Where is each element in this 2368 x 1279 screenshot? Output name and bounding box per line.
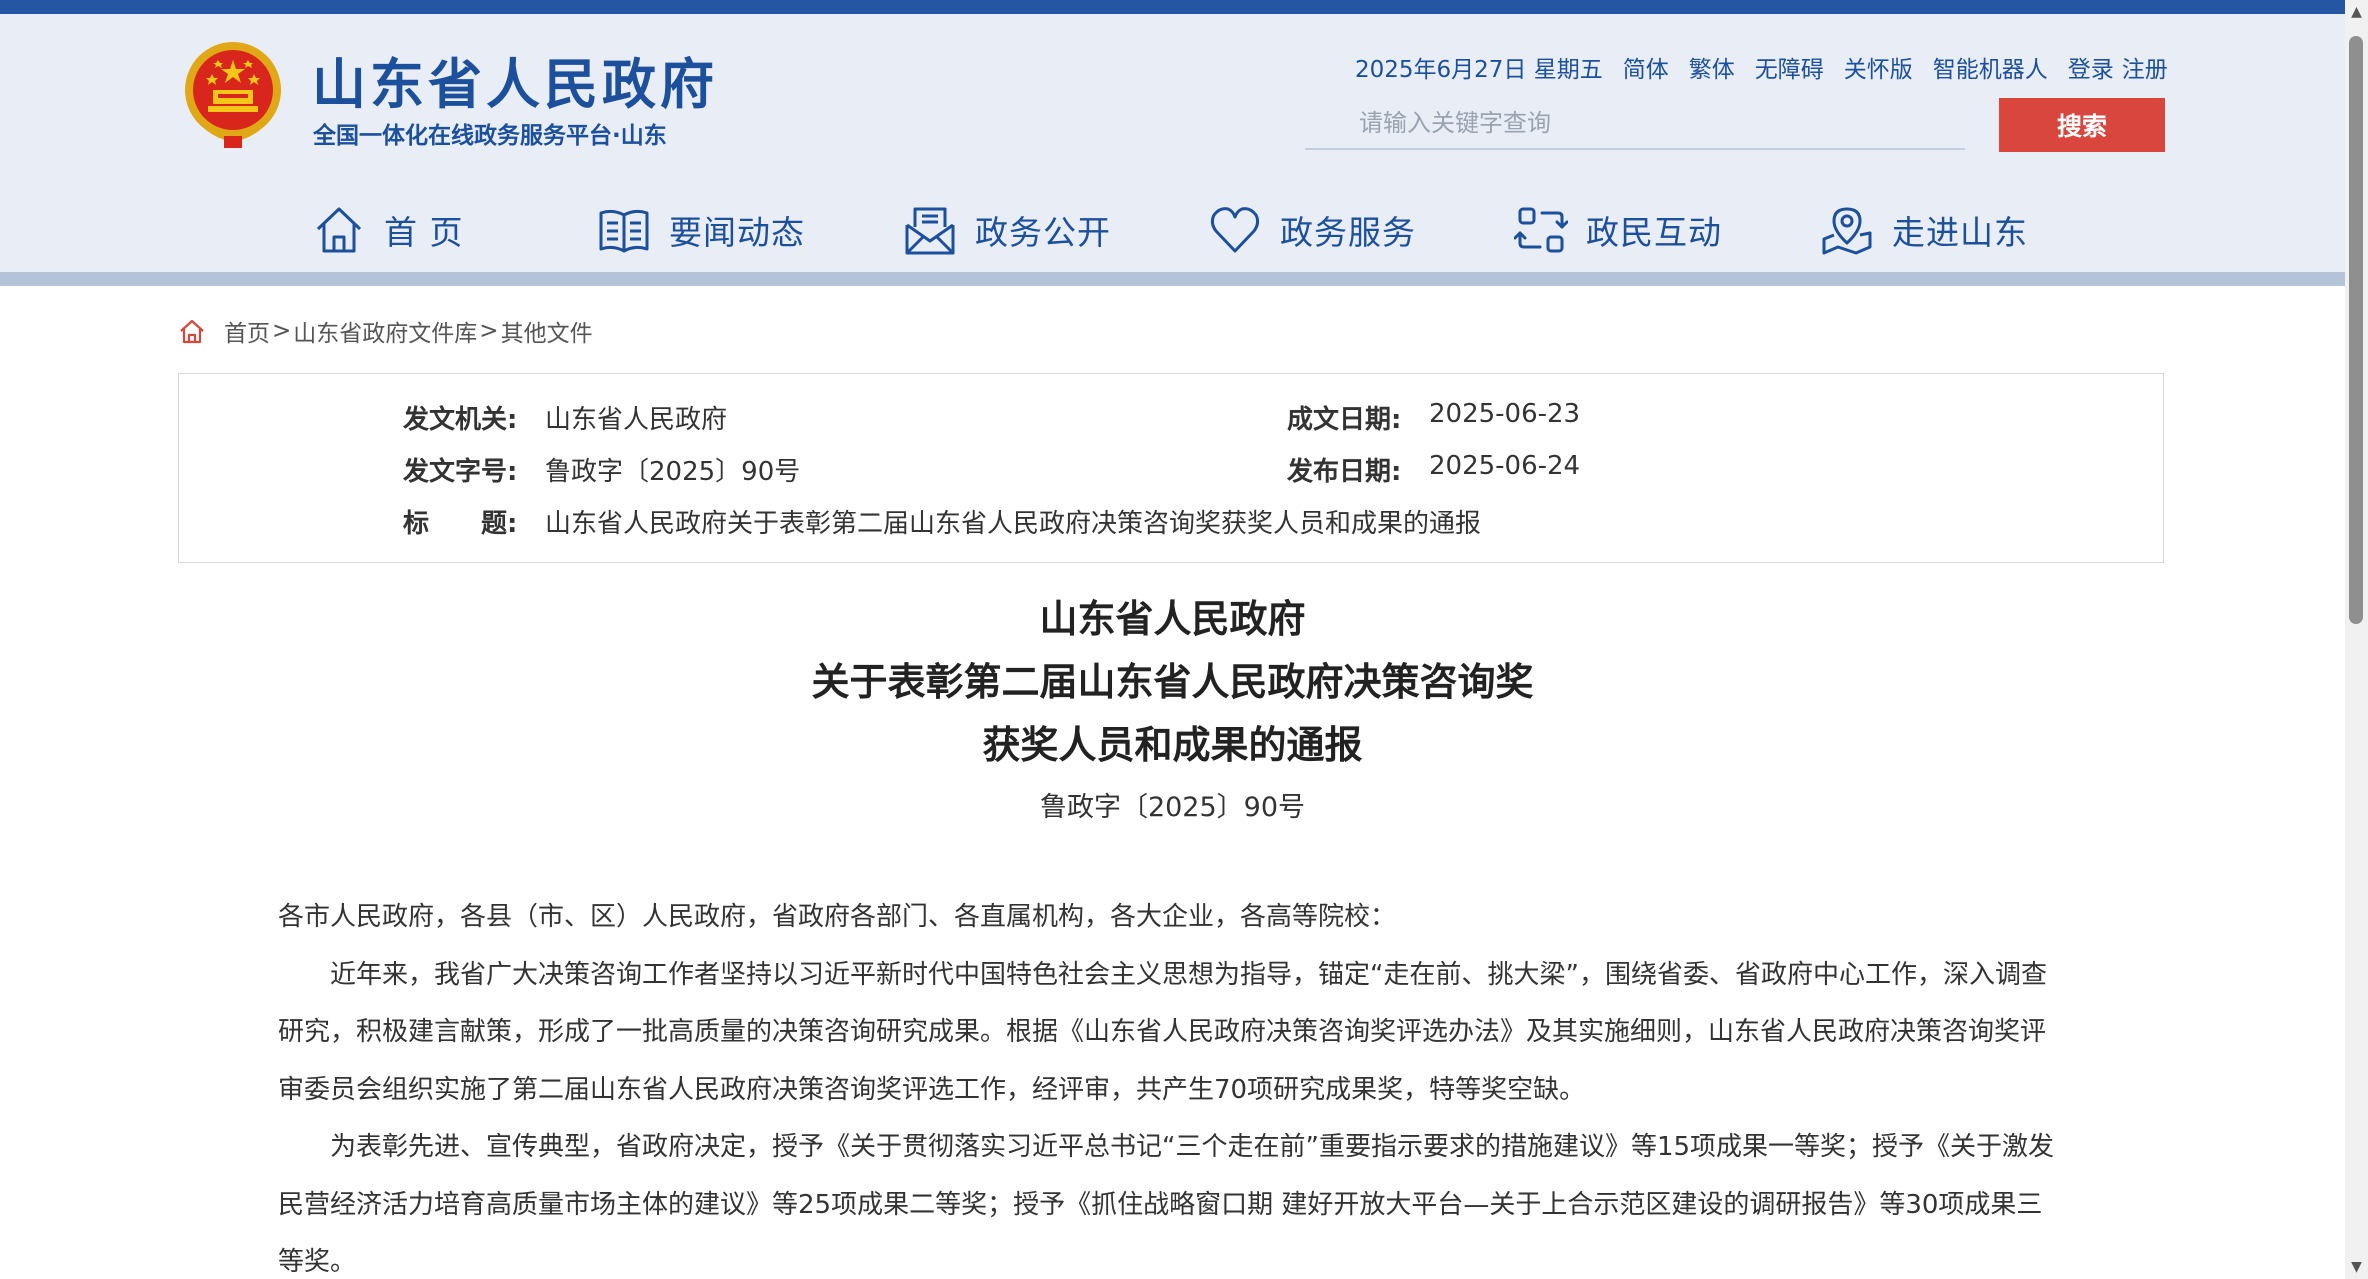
auth-links: 登录 注册 — [2068, 50, 2168, 84]
publish-date-value: 2025-06-24 — [1429, 451, 1581, 481]
interaction-arrows-icon — [1514, 207, 1568, 253]
document-info-box: 发文机关: 山东省人民政府 发文字号: 鲁政字〔2025〕90号 标 题: 山东… — [178, 373, 2164, 563]
document-title-line-2: 关于表彰第二届山东省人民政府决策咨询奖 — [811, 660, 1534, 704]
breadcrumb: 首页 > 山东省政府文件库 > 其他文件 — [178, 314, 593, 348]
nav-label-interaction: 政民互动 — [1586, 213, 1722, 252]
site-subtitle: 全国一体化在线政务服务平台·山东 — [313, 123, 667, 149]
issuer-label: 发文机关: — [403, 405, 518, 435]
breadcrumb-separator: > — [479, 318, 499, 344]
document-number: 鲁政字〔2025〕90号 — [1039, 792, 1306, 823]
nav-label-gov-services: 政务服务 — [1280, 213, 1416, 252]
link-register[interactable]: 注册 — [2122, 50, 2168, 84]
nav-item-about-shandong[interactable]: 走进山东 — [1820, 200, 2028, 260]
search-button[interactable]: 搜索 — [1999, 98, 2165, 152]
top-accent-bar — [0, 0, 2345, 14]
written-date-value: 2025-06-23 — [1429, 399, 1581, 429]
nav-item-news[interactable]: 要闻动态 — [597, 200, 805, 260]
nav-item-interaction[interactable]: 政民互动 — [1514, 200, 1722, 260]
written-date-label: 成文日期: — [1287, 405, 1402, 435]
breadcrumb-file-library[interactable]: 山东省政府文件库 — [293, 314, 477, 348]
scrollbar-thumb[interactable] — [2349, 36, 2363, 624]
scroll-down-arrow-icon[interactable]: ▼ — [2345, 1255, 2368, 1279]
main-nav: 首 页 要闻动态 政务公开 政务服务 政民互动 走进山东 — [0, 190, 2345, 270]
salutation: 各市人民政府，各县（市、区）人民政府，省政府各部门、各直属机构，各大企业，各高等… — [278, 902, 1397, 932]
heart-icon — [1210, 207, 1260, 253]
scroll-up-arrow-icon[interactable]: ▲ — [2345, 0, 2368, 24]
breadcrumb-separator: > — [272, 318, 292, 344]
map-pin-icon — [1822, 207, 1872, 255]
breadcrumb-home[interactable]: 首页 — [224, 314, 270, 348]
nav-item-public-affairs[interactable]: 政务公开 — [903, 200, 1111, 260]
publish-date-label: 发布日期: — [1287, 457, 1402, 487]
search-input[interactable] — [1305, 98, 1965, 150]
document-title-line-3: 获奖人员和成果的通报 — [982, 723, 1363, 767]
link-login[interactable]: 登录 — [2068, 50, 2114, 84]
breadcrumb-other-files[interactable]: 其他文件 — [501, 314, 593, 348]
document-body: 各市人民政府，各县（市、区）人民政府，省政府各部门、各直属机构，各大企业，各高等… — [278, 889, 2068, 1279]
link-smart-robot[interactable]: 智能机器人 — [1933, 50, 2048, 84]
envelope-document-icon — [905, 207, 955, 255]
doc-number-label: 发文字号: — [403, 457, 518, 487]
page: 山东省人民政府 全国一体化在线政务服务平台·山东 2025年6月27日 星期五 … — [0, 0, 2345, 1279]
book-icon — [599, 209, 649, 253]
title-value: 山东省人民政府关于表彰第二届山东省人民政府决策咨询奖获奖人员和成果的通报 — [545, 509, 1482, 539]
link-care-mode[interactable]: 关怀版 — [1844, 50, 1913, 84]
header-divider — [0, 272, 2345, 286]
link-traditional[interactable]: 繁体 — [1689, 50, 1735, 84]
doc-number-value: 鲁政字〔2025〕90号 — [545, 457, 801, 487]
home-icon — [316, 207, 362, 253]
issuer-value: 山东省人民政府 — [545, 405, 728, 435]
nav-label-public-affairs: 政务公开 — [975, 213, 1111, 252]
nav-item-gov-services[interactable]: 政务服务 — [1208, 200, 1416, 260]
nav-label-about-shandong: 走进山东 — [1892, 213, 2028, 252]
document-title-line-1: 山东省人民政府 — [1039, 597, 1306, 641]
site-title[interactable]: 山东省人民政府 — [312, 40, 718, 119]
nav-label-news: 要闻动态 — [669, 213, 805, 252]
paragraph: 为表彰先进、宣传典型，省政府决定，授予《关于贯彻落实习近平总书记“三个走在前”重… — [278, 1132, 2055, 1277]
nav-label-home: 首 页 — [384, 213, 464, 252]
top-links: 2025年6月27日 星期五 简体 繁体 无障碍 关怀版 智能机器人 登录 注册 — [1355, 50, 2168, 84]
home-icon[interactable] — [178, 317, 206, 345]
title-label: 标 题: — [403, 509, 518, 539]
current-date: 2025年6月27日 星期五 — [1355, 57, 1603, 83]
national-emblem-icon[interactable] — [180, 38, 286, 150]
link-simplified[interactable]: 简体 — [1623, 50, 1669, 84]
link-accessibility[interactable]: 无障碍 — [1755, 50, 1824, 84]
nav-item-home[interactable]: 首 页 — [312, 200, 464, 260]
paragraph: 近年来，我省广大决策咨询工作者坚持以习近平新时代中国特色社会主义思想为指导，锚定… — [278, 959, 2047, 1105]
